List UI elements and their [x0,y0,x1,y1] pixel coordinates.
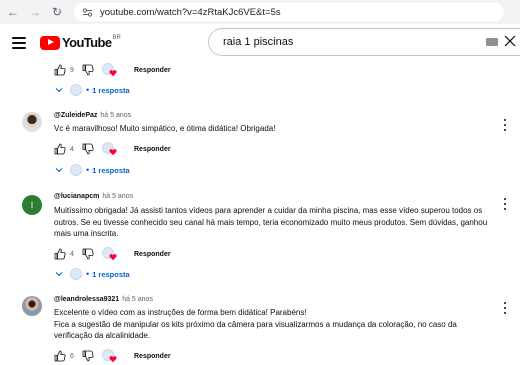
creator-avatar [70,268,82,280]
comment-meta: @lucianapcm há 5 anos [54,193,133,200]
hamburger-menu-icon[interactable] [12,37,26,49]
creator-heart-badge [102,63,118,77]
comment-text: Excelente o vídeo com as instruções de f… [54,307,494,342]
reload-icon[interactable]: ↻ [48,3,66,21]
more-options-icon[interactable] [503,302,507,314]
youtube-logo-text: YouTube [62,35,112,50]
creator-heart-badge [102,349,118,363]
chevron-down-icon [55,168,63,173]
clear-search-icon[interactable] [503,34,517,48]
dot-separator: • [86,84,90,95]
thumbs-up-icon[interactable] [54,248,66,260]
comment-time[interactable]: há 5 anos [122,296,153,303]
thumbs-down-icon[interactable] [82,248,94,260]
site-info-icon[interactable] [80,5,94,19]
heart-icon [109,70,117,77]
comment-actions: 6 Responder [54,348,171,364]
thumbs-down-icon[interactable] [82,350,94,362]
like-count: 6 [70,352,74,360]
comment-text: Muitíssimo obrigada! Já assisti tantos v… [54,206,488,238]
comment-author[interactable]: @ZuleidePaz [54,112,97,119]
heart-icon [109,149,117,156]
replies-count-label: 1 resposta [92,269,130,279]
creator-avatar [70,84,82,96]
comment-author[interactable]: @leandrolessa9321 [54,296,119,303]
thumbs-up-icon[interactable] [54,143,66,155]
view-replies-button[interactable]: • 1 resposta [54,267,130,281]
creator-avatar [70,164,82,176]
like-count: 9 [70,66,74,74]
thumbs-up-icon[interactable] [54,64,66,76]
dot-separator: • [86,164,90,175]
like-count: 4 [70,145,74,153]
url-text[interactable]: youtube.com/watch?v=4zRtaKJc6VE&t=5s [100,7,281,18]
reply-button[interactable]: Responder [134,67,171,74]
avatar[interactable]: l [22,195,42,215]
back-arrow-icon[interactable]: ← [4,3,22,21]
chevron-down-icon [55,88,63,93]
thumbs-up-icon[interactable] [54,350,66,362]
creator-heart-badge [102,142,118,156]
forward-arrow-icon[interactable]: → [26,3,44,21]
thumbs-down-icon[interactable] [82,143,94,155]
comment-time[interactable]: há 5 anos [102,193,133,200]
more-options-icon[interactable] [503,119,507,131]
browser-toolbar: ← → ↻ youtube.com/watch?v=4zRtaKJc6VE&t=… [0,0,520,24]
reply-button[interactable]: Responder [134,251,171,258]
chevron-down-icon [55,272,63,277]
youtube-play-icon [40,35,60,50]
thumbs-down-icon[interactable] [82,64,94,76]
country-code: BR [112,34,121,41]
comment-actions: 4 Responder [54,246,171,262]
address-bar[interactable]: youtube.com/watch?v=4zRtaKJc6VE&t=5s [74,3,504,21]
dot-separator: • [86,268,90,279]
comment-time[interactable]: há 5 anos [100,112,131,119]
replies-count-label: 1 resposta [92,165,130,175]
comment-text-line: Excelente o vídeo com as instruções de f… [54,308,307,317]
comment-actions: 9 Responder [54,62,171,78]
youtube-header: YouTube BR raia 1 piscinas [0,24,520,62]
comment-text-line: Fica a sugestão de manipular os kits pró… [54,319,457,341]
view-replies-button[interactable]: • 1 resposta [54,163,130,177]
avatar[interactable] [22,112,42,132]
comment-meta: @ZuleidePaz há 5 anos [54,112,131,119]
search-query: raia 1 piscinas [223,36,294,48]
reply-button[interactable]: Responder [134,146,171,153]
comment-actions: 4 Responder [54,141,171,157]
comment-author[interactable]: @lucianapcm [54,193,99,200]
view-replies-button[interactable]: • 1 resposta [54,83,130,97]
heart-icon [109,356,117,363]
youtube-logo[interactable]: YouTube BR [40,35,121,50]
keyboard-icon[interactable] [486,38,498,46]
heart-icon [109,254,117,261]
search-input[interactable]: raia 1 piscinas [208,28,520,56]
reply-button[interactable]: Responder [134,353,171,360]
creator-heart-badge [102,247,118,261]
like-count: 4 [70,250,74,258]
avatar[interactable] [22,296,42,316]
replies-count-label: 1 resposta [92,85,130,95]
more-options-icon[interactable] [503,198,507,210]
comment-meta: @leandrolessa9321 há 5 anos [54,296,153,303]
comment-text: Vc é maravilhoso! Muito simpático, e óti… [54,124,276,133]
